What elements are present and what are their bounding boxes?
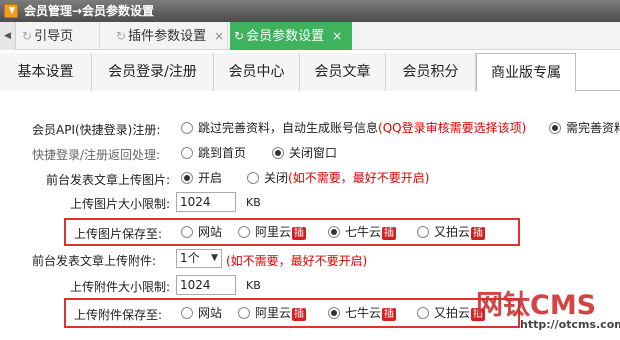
section-tabs: 基本设置 会员登录/注册 会员中心 会员文章 会员积分 商业版专属 (0, 53, 620, 92)
radio-icon[interactable] (328, 307, 340, 319)
plugin-badge: 插 (382, 227, 397, 240)
tab-member-articles[interactable]: 会员文章 (300, 53, 386, 91)
option-label: 跳过完善资料，自动生成账号信息 (198, 121, 379, 135)
option-label: 关闭窗口 (289, 146, 338, 160)
image-save-label: 上传图片保存至: (74, 227, 163, 241)
upload-image-off[interactable]: 关闭(如不需要，最好不要开启) (247, 171, 429, 185)
attach-save-label: 上传附件保存至: (74, 308, 163, 322)
tab-member-center[interactable]: 会员中心 (214, 53, 300, 91)
option-label: 七牛云 (345, 306, 382, 320)
api-register-option-complete[interactable]: 需完善资料 (549, 121, 620, 135)
option-note: (QQ登录审核需要选择该项) (378, 121, 527, 135)
image-save-upyun[interactable]: 又拍云插 (417, 225, 486, 240)
radio-icon[interactable] (417, 307, 429, 319)
close-icon[interactable]: × (214, 29, 224, 43)
tab-label: 引导页 (34, 29, 74, 44)
radio-icon[interactable] (181, 147, 193, 159)
refresh-icon[interactable]: ↻ (234, 29, 244, 43)
tab-basic-settings[interactable]: 基本设置 (0, 53, 92, 91)
option-note: (如不需要，最好不要开启) (288, 171, 430, 185)
return-option-close[interactable]: 关闭窗口 (272, 146, 337, 160)
attach-size-unit: KB (246, 279, 261, 292)
image-save-qiniu[interactable]: 七牛云插 (328, 225, 397, 240)
select-value: 1个 (180, 251, 200, 265)
scroll-left-icon[interactable]: ◀ (0, 22, 16, 50)
option-label: 阿里云 (255, 225, 292, 239)
radio-icon[interactable] (272, 147, 284, 159)
plugin-badge: 插 (292, 308, 307, 321)
attach-size-input[interactable]: 1024 (176, 275, 236, 295)
attach-save-upyun[interactable]: 又拍云插 (417, 306, 486, 321)
attach-save-aliyun[interactable]: 阿里云插 (238, 306, 307, 321)
tab-label: 会员参数设置 (246, 29, 325, 44)
api-register-label: 会员API(快捷登录)注册: (32, 123, 161, 137)
tab-label: 插件参数设置 (128, 29, 207, 44)
radio-icon[interactable] (181, 307, 193, 319)
api-register-option-skip[interactable]: 跳过完善资料，自动生成账号信息(QQ登录审核需要选择该项) (181, 121, 526, 135)
option-label: 网站 (198, 306, 223, 320)
option-label: 又拍云 (434, 225, 471, 239)
watermark-url: http://otcms.com (520, 318, 620, 331)
attach-count-select[interactable]: 1个 ▼ (176, 249, 222, 268)
upload-image-label: 前台发表文章上传图片: (46, 173, 171, 187)
tab-login-register[interactable]: 会员登录/注册 (92, 53, 214, 91)
radio-icon[interactable] (549, 122, 561, 134)
plugin-badge: 插 (382, 308, 397, 321)
return-option-home[interactable]: 跳到首页 (181, 146, 246, 160)
option-label: 阿里云 (255, 306, 292, 320)
upload-attach-label: 前台发表文章上传附件: (32, 254, 157, 268)
option-label: 需完善资料 (566, 121, 620, 135)
tab-commercial-exclusive[interactable]: 商业版专属 (476, 53, 576, 92)
chevron-down-icon: ▼ (211, 253, 218, 263)
attach-size-label: 上传附件大小限制: (70, 280, 171, 294)
image-save-website[interactable]: 网站 (181, 225, 222, 239)
plugin-badge: 插 (471, 227, 486, 240)
title-bar: 会员管理→会员参数设置 (0, 0, 620, 22)
watermark-logo: 网钛CMS (476, 290, 597, 321)
attach-save-qiniu[interactable]: 七牛云插 (328, 306, 397, 321)
option-label: 七牛云 (345, 225, 382, 239)
tab-member-settings[interactable]: ↻ 会员参数设置 × (230, 22, 352, 50)
upload-attach-note: (如不需要，最好不要开启) (226, 254, 368, 268)
option-label: 跳到首页 (198, 146, 247, 160)
open-tabs-bar: ◀ ↻ 引导页 ↻ 插件参数设置 × ↻ 会员参数设置 × (0, 22, 620, 50)
image-size-input[interactable]: 1024 (176, 192, 236, 212)
attach-save-website[interactable]: 网站 (181, 306, 222, 320)
image-save-aliyun[interactable]: 阿里云插 (238, 225, 307, 240)
radio-icon[interactable] (328, 226, 340, 238)
close-icon[interactable]: × (332, 29, 342, 43)
radio-icon[interactable] (181, 226, 193, 238)
option-label: 关闭 (264, 171, 289, 185)
download-icon (4, 4, 18, 18)
option-label: 开启 (198, 171, 223, 185)
radio-icon[interactable] (247, 172, 259, 184)
page-title: 会员管理→会员参数设置 (24, 4, 155, 18)
upload-image-on[interactable]: 开启 (181, 171, 222, 185)
radio-icon[interactable] (181, 172, 193, 184)
refresh-icon[interactable]: ↻ (116, 29, 126, 43)
option-label: 网站 (198, 225, 223, 239)
radio-icon[interactable] (238, 226, 250, 238)
return-handle-label: 快捷登录/注册返回处理: (32, 148, 161, 162)
refresh-icon[interactable]: ↻ (22, 29, 32, 43)
image-size-label: 上传图片大小限制: (70, 197, 171, 211)
image-size-unit: KB (246, 196, 261, 209)
tab-member-points[interactable]: 会员积分 (386, 53, 476, 91)
radio-icon[interactable] (238, 307, 250, 319)
tab-guide[interactable]: ↻ 引导页 (18, 22, 100, 50)
tab-plugin-settings[interactable]: ↻ 插件参数设置 × (112, 22, 228, 50)
plugin-badge: 插 (292, 227, 307, 240)
option-label: 又拍云 (434, 306, 471, 320)
radio-icon[interactable] (417, 226, 429, 238)
radio-icon[interactable] (181, 122, 193, 134)
